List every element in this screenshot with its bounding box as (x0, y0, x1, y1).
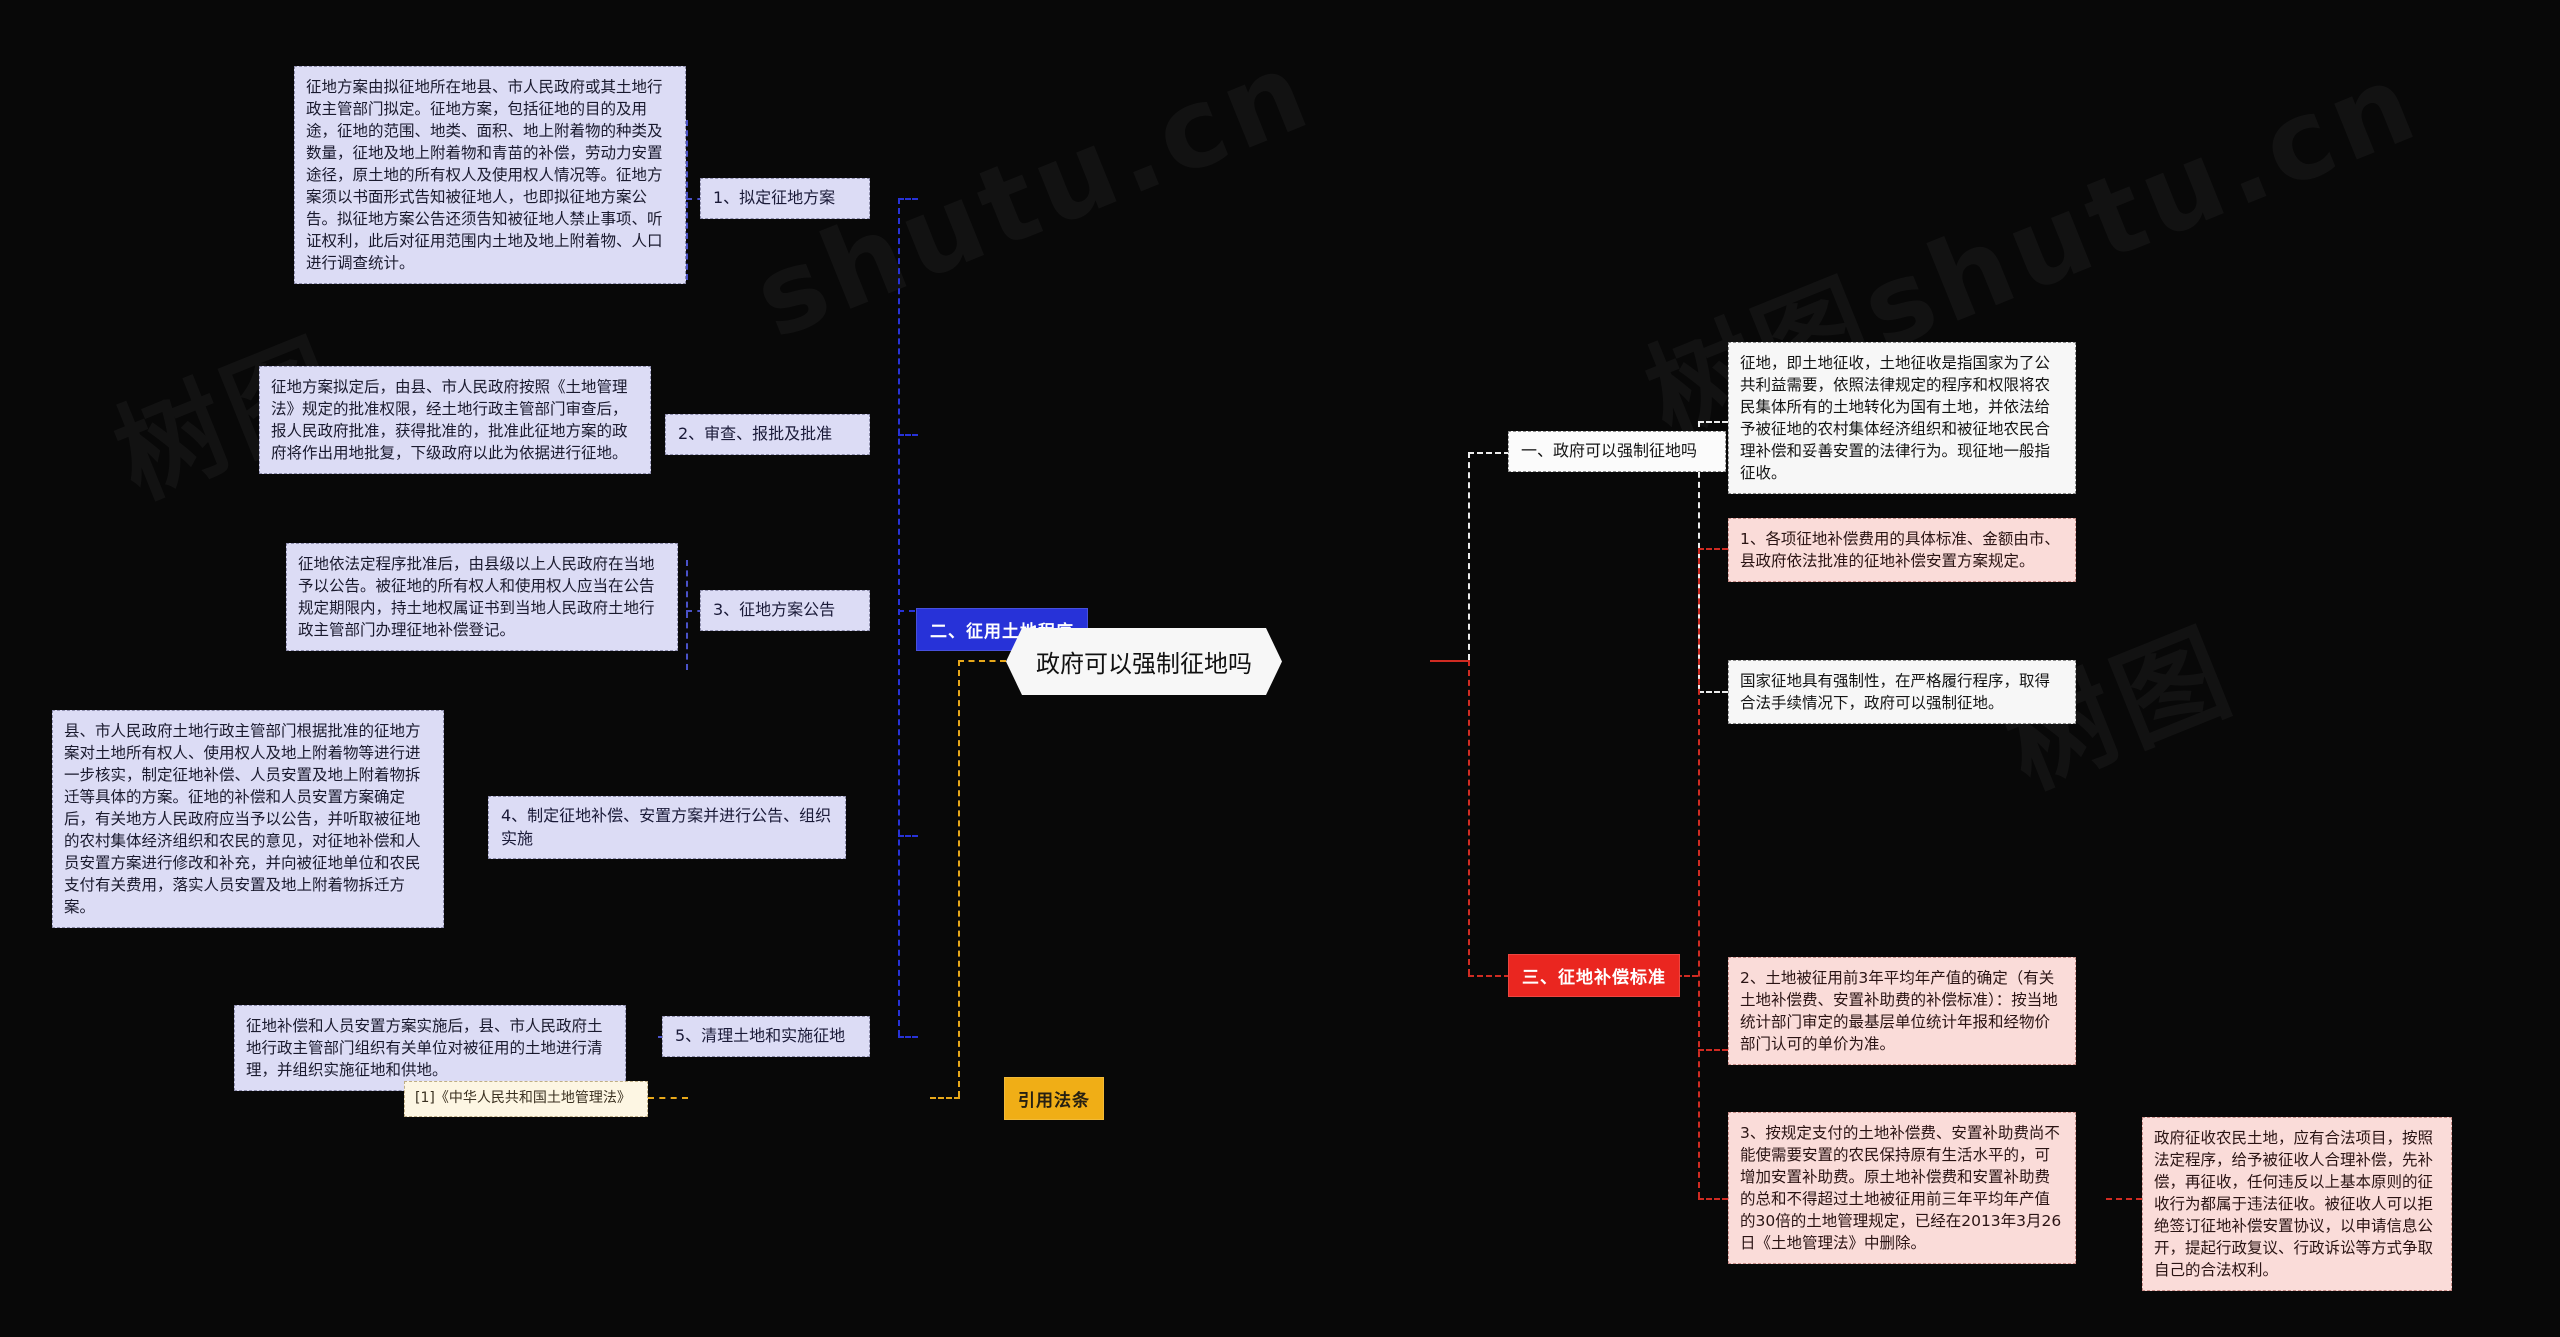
connector-compensation-1 (1698, 548, 1728, 550)
connector-citation (648, 1097, 688, 1099)
connector-blue-step1 (898, 198, 918, 200)
connector-white-trunk (1468, 452, 1470, 660)
category-chip-compensation-standard[interactable]: 三、征地补偿标准 (1508, 954, 1680, 997)
connector-yellow-trunk (958, 660, 960, 1097)
compensation-note: 政府征收农民土地，应有合法项目，按照法定程序，给予被征收人合理补偿，先补偿，再征… (2142, 1117, 2452, 1291)
connector-white-chip (1468, 452, 1510, 454)
definition-item-1: 征地，即土地征收，土地征收是指国家为了公共利益需要，依照法律规定的程序和权限将农… (1728, 342, 2076, 494)
compensation-item-2: 2、土地被征用前3年平均年产值的确定（有关土地补偿费、安置补助费的补偿标准）：按… (1728, 957, 2076, 1065)
procedure-detail-4: 县、市人民政府土地行政主管部门根据批准的征地方案对土地所有权人、使用权人及地上附… (52, 710, 444, 928)
category-chip-can-government-seize[interactable]: 一、政府可以强制征地吗 (1508, 431, 1726, 472)
connector-compensation-2 (1698, 1049, 1728, 1051)
connector-compensation-trunk (1698, 548, 1700, 1198)
procedure-step-4[interactable]: 4、制定征地补偿、安置方案并进行公告、组织实施 (488, 796, 846, 860)
connector-compensation-note (2106, 1198, 2142, 1200)
connector-definition-2 (1698, 691, 1728, 693)
connector-blue-step2 (898, 434, 918, 436)
category-chip-citation[interactable]: 引用法条 (1004, 1077, 1104, 1120)
connector-compensation-3 (1698, 1198, 1728, 1200)
connector-yellow-root (958, 660, 1006, 662)
connector-blue-step4 (898, 835, 918, 837)
connector-detail-1-stub (686, 120, 688, 280)
connector-blue-step5 (898, 1036, 918, 1038)
connector-yellow-chip (930, 1097, 960, 1099)
connector-detail-3-stub (686, 560, 688, 670)
compensation-item-1: 1、各项征地补偿费用的具体标准、金额由市、县政府依法批准的征地补偿安置方案规定。 (1728, 518, 2076, 582)
definition-item-2: 国家征地具有强制性，在严格履行程序，取得合法手续情况下，政府可以强制征地。 (1728, 660, 2076, 724)
connector-red-trunk (1468, 660, 1470, 975)
citation-item: [1]《中华人民共和国土地管理法》 (404, 1081, 648, 1117)
root-node[interactable]: 政府可以强制征地吗 (1006, 628, 1282, 695)
procedure-step-3[interactable]: 3、征地方案公告 (700, 590, 870, 631)
procedure-step-1[interactable]: 1、拟定征地方案 (700, 178, 870, 219)
procedure-detail-2: 征地方案拟定后，由县、市人民政府按照《土地管理法》规定的批准权限，经土地行政主管… (259, 366, 651, 474)
compensation-item-3: 3、按规定支付的土地补偿费、安置补助费尚不能使需要安置的农民保持原有生活水平的，… (1728, 1112, 2076, 1264)
procedure-detail-5: 征地补偿和人员安置方案实施后，县、市人民政府土地行政主管部门组织有关单位对被征用… (234, 1005, 626, 1091)
connector-definition-1 (1698, 421, 1728, 423)
connector-red-chip (1468, 975, 1510, 977)
procedure-detail-3: 征地依法定程序批准后，由县级以上人民政府在当地予以公告。被征地的所有权人和使用权… (286, 543, 678, 651)
procedure-step-5[interactable]: 5、清理土地和实施征地 (662, 1016, 870, 1057)
procedure-step-2[interactable]: 2、审查、报批及批准 (665, 414, 870, 455)
procedure-detail-1: 征地方案由拟征地所在地县、市人民政府或其土地行政主管部门拟定。征地方案，包括征地… (294, 66, 686, 284)
connector-root-right (1430, 660, 1468, 662)
connector-blue-trunk (898, 198, 900, 1036)
